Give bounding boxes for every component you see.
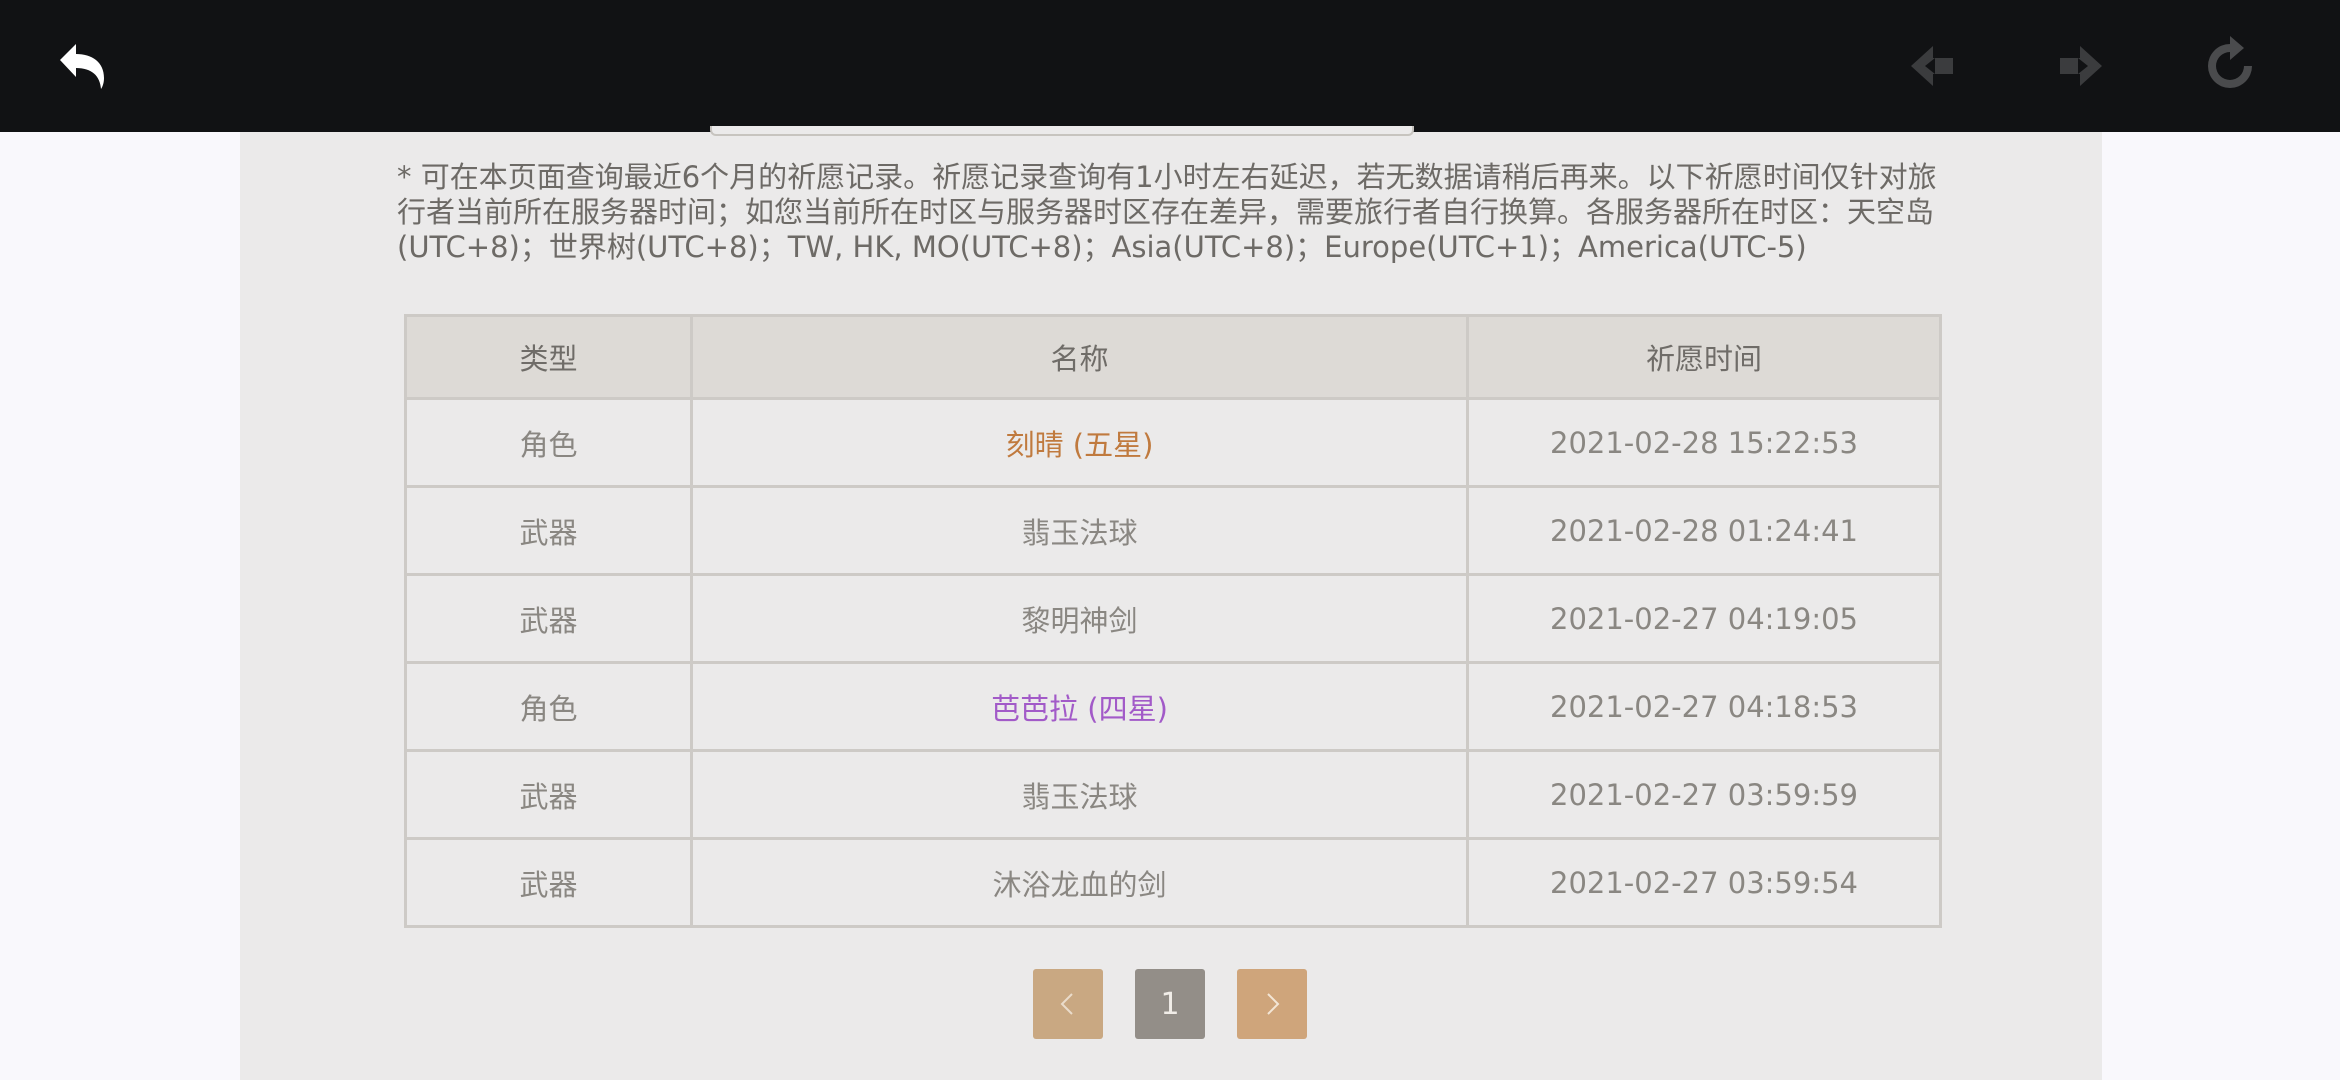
header-name: 名称 (690, 314, 1469, 400)
wish-history-notice: * 可在本页面查询最近6个月的祈愿记录。祈愿记录查询有1小时左右延迟，若无数据请… (397, 160, 1937, 264)
row-type: 角色 (404, 397, 693, 488)
row-time: 2021-02-27 04:19:05 (1466, 573, 1942, 664)
refresh-icon[interactable] (2200, 36, 2260, 96)
wish-history-panel: * 可在本页面查询最近6个月的祈愿记录。祈愿记录查询有1小时左右延迟，若无数据请… (240, 126, 2102, 1080)
header-type: 类型 (404, 314, 693, 400)
table-row: 武器 黎明神剑 2021-02-27 04:19:05 (404, 573, 1942, 664)
header-time: 祈愿时间 (1466, 314, 1942, 400)
top-toolbar (0, 0, 2340, 132)
row-name: 刻晴 (五星) (690, 397, 1469, 488)
row-time: 2021-02-27 04:18:53 (1466, 661, 1942, 752)
table-row: 角色 芭芭拉 (四星) 2021-02-27 04:18:53 (404, 661, 1942, 752)
table-row: 武器 翡玉法球 2021-02-27 03:59:59 (404, 749, 1942, 840)
row-name: 翡玉法球 (690, 749, 1469, 840)
prev-page-button[interactable] (1033, 969, 1103, 1039)
nav-back-icon[interactable] (1903, 36, 1963, 96)
next-page-button[interactable] (1237, 969, 1307, 1039)
page-number-button[interactable]: 1 (1135, 969, 1205, 1039)
row-type: 角色 (404, 661, 693, 752)
chevron-right-icon (1258, 990, 1286, 1018)
row-type: 武器 (404, 837, 693, 928)
table-row: 角色 刻晴 (五星) 2021-02-28 15:22:53 (404, 397, 1942, 488)
nav-forward-icon[interactable] (2050, 36, 2110, 96)
row-type: 武器 (404, 749, 693, 840)
row-name: 沐浴龙血的剑 (690, 837, 1469, 928)
row-time: 2021-02-27 03:59:54 (1466, 837, 1942, 928)
row-name: 翡玉法球 (690, 485, 1469, 576)
table-row: 武器 沐浴龙血的剑 2021-02-27 03:59:54 (404, 837, 1942, 928)
row-type: 武器 (404, 485, 693, 576)
row-name: 黎明神剑 (690, 573, 1469, 664)
back-arrow-icon[interactable] (52, 36, 112, 96)
wish-type-select[interactable] (710, 126, 1414, 136)
row-type: 武器 (404, 573, 693, 664)
table-header-row: 类型 名称 祈愿时间 (404, 314, 1942, 400)
row-time: 2021-02-28 01:24:41 (1466, 485, 1942, 576)
wish-record-table: 类型 名称 祈愿时间 角色 刻晴 (五星) 2021-02-28 15:22:5… (404, 314, 1942, 928)
chevron-left-icon (1054, 990, 1082, 1018)
row-time: 2021-02-27 03:59:59 (1466, 749, 1942, 840)
row-time: 2021-02-28 15:22:53 (1466, 397, 1942, 488)
table-row: 武器 翡玉法球 2021-02-28 01:24:41 (404, 485, 1942, 576)
row-name: 芭芭拉 (四星) (690, 661, 1469, 752)
